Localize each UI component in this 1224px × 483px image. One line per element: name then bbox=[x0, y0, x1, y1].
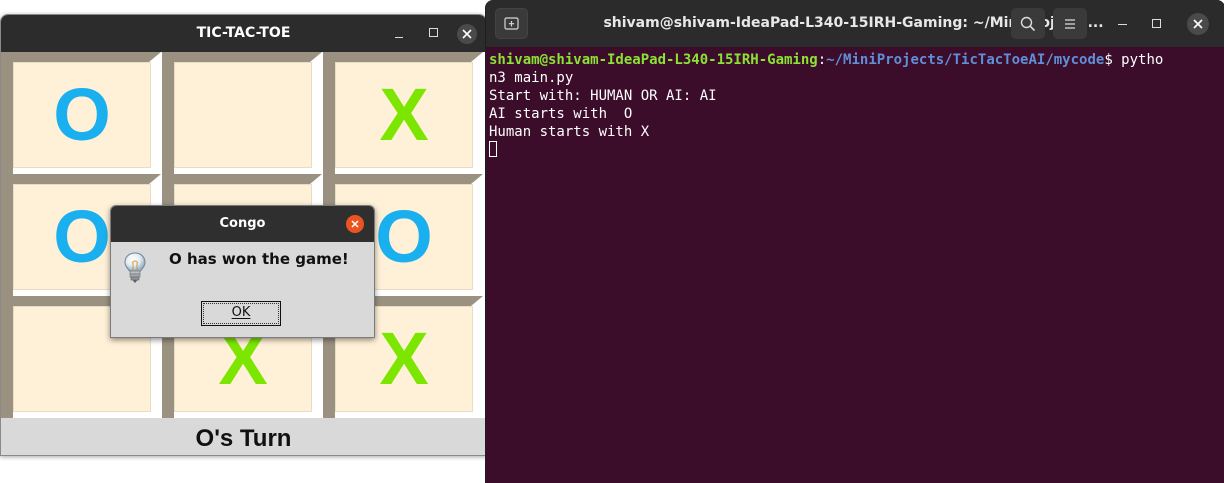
dialog-close-button[interactable] bbox=[346, 215, 364, 233]
ok-button[interactable]: OK bbox=[201, 301, 281, 326]
prompt-separator: : bbox=[817, 52, 827, 68]
terminal-close-button[interactable] bbox=[1187, 13, 1209, 35]
terminal-titlebar[interactable]: shivam@shivam-IdeaPad-L340-15IRH-Gaming:… bbox=[486, 0, 1224, 47]
terminal-cursor bbox=[489, 141, 497, 157]
board-cell[interactable]: O bbox=[1, 52, 161, 174]
dialog-title: Congo bbox=[219, 216, 266, 231]
board-cell[interactable]: X bbox=[323, 52, 483, 174]
win-dialog: Congo O has won the game! OK bbox=[110, 205, 375, 338]
prompt-path: ~/MiniProjects/TicTacToeAI/mycode bbox=[826, 52, 1105, 68]
window-title: TIC-TAC-TOE bbox=[196, 25, 291, 41]
terminal-minimize-button[interactable] bbox=[1112, 15, 1134, 33]
prompt-command: $ pytho bbox=[1104, 52, 1164, 68]
tictactoe-titlebar[interactable]: TIC-TAC-TOE bbox=[1, 15, 486, 52]
menu-button[interactable] bbox=[1053, 8, 1087, 39]
dialog-message: O has won the game! bbox=[169, 250, 349, 268]
maximize-button[interactable] bbox=[421, 15, 445, 52]
board-cell[interactable] bbox=[162, 52, 322, 174]
close-icon bbox=[1193, 19, 1203, 29]
lightbulb-icon bbox=[124, 252, 146, 283]
close-icon bbox=[462, 29, 472, 39]
terminal-maximize-button[interactable] bbox=[1146, 15, 1168, 33]
dialog-titlebar[interactable]: Congo bbox=[111, 206, 374, 242]
turn-status: O's Turn bbox=[1, 418, 486, 455]
ok-button-label: OK bbox=[231, 305, 251, 320]
close-icon bbox=[351, 220, 359, 228]
minimize-button[interactable] bbox=[387, 15, 411, 52]
output-line: Start with: HUMAN OR AI: AI bbox=[489, 88, 717, 104]
cell-mark: O bbox=[53, 73, 111, 156]
terminal-output[interactable]: shivam@shivam-IdeaPad-L340-15IRH-Gaming:… bbox=[489, 51, 1219, 159]
prompt-user: shivam@shivam-IdeaPad-L340-15IRH-Gaming bbox=[489, 52, 818, 68]
search-icon bbox=[1020, 16, 1036, 32]
hamburger-menu-icon bbox=[1065, 19, 1075, 29]
cell-mark: X bbox=[379, 73, 429, 156]
search-button[interactable] bbox=[1011, 8, 1045, 39]
command-line-wrap: n3 main.py bbox=[489, 70, 574, 86]
close-button[interactable] bbox=[455, 15, 479, 52]
output-line: Human starts with X bbox=[489, 124, 650, 140]
output-line: AI starts with O bbox=[489, 106, 633, 122]
cell-mark bbox=[174, 62, 312, 168]
terminal-window: shivam@shivam-IdeaPad-L340-15IRH-Gaming:… bbox=[485, 0, 1224, 483]
